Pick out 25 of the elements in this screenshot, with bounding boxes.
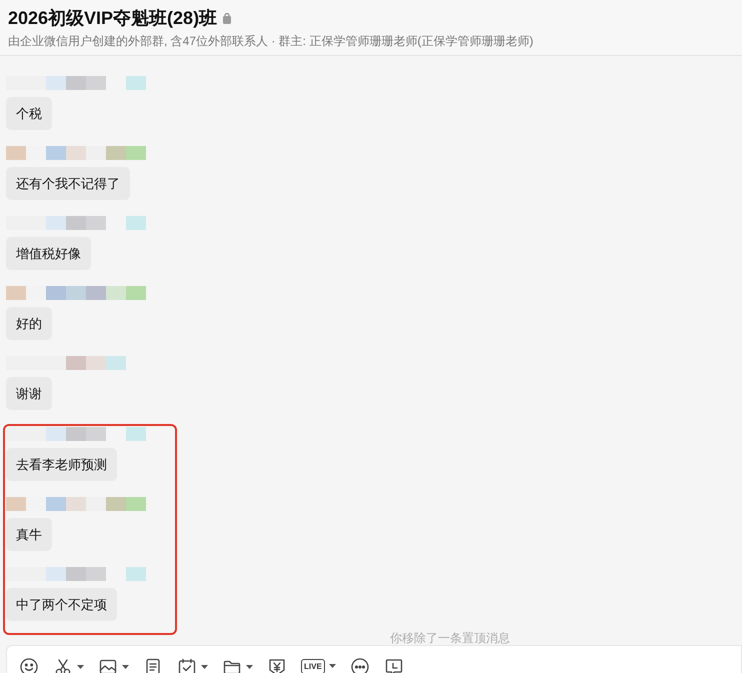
chat-title: 2026初级VIP夺魁班(28)班 [8,7,218,30]
yen-shield-icon[interactable] [267,657,287,673]
scissors-icon[interactable] [53,657,73,673]
message-bubble: 去看李老师预测 [6,448,117,481]
caret-icon[interactable] [328,664,336,668]
message-bubble: 增值税好像 [6,237,91,270]
caret-icon[interactable] [122,665,129,669]
system-notice: 你移除了一条置顶消息 [390,631,510,645]
smiley-icon[interactable] [19,657,39,673]
group-description: 由企业微信用户创建的外部群, 含47位外部联系人 · 群主: 正保学管师珊珊老师(正保学管师珊珊老师) [8,33,534,49]
clock-message-icon[interactable] [384,657,404,673]
message-bubble: 个税 [6,97,52,130]
calendar-check-icon[interactable] [177,657,197,673]
caret-icon[interactable] [201,665,208,669]
more-icon[interactable] [350,657,370,673]
message-bubble: 中了两个不定项 [6,588,117,621]
live-button[interactable]: LIVE [301,659,325,673]
lock-icon [223,12,232,24]
caret-icon[interactable] [246,665,253,669]
message-bubble: 谢谢 [6,377,52,410]
caret-icon[interactable] [77,665,84,669]
message-bubble: 还有个我不记得了 [6,167,130,200]
image-icon[interactable] [98,657,118,673]
message-bubble: 好的 [6,307,52,340]
message-bubble: 真牛 [6,518,52,551]
